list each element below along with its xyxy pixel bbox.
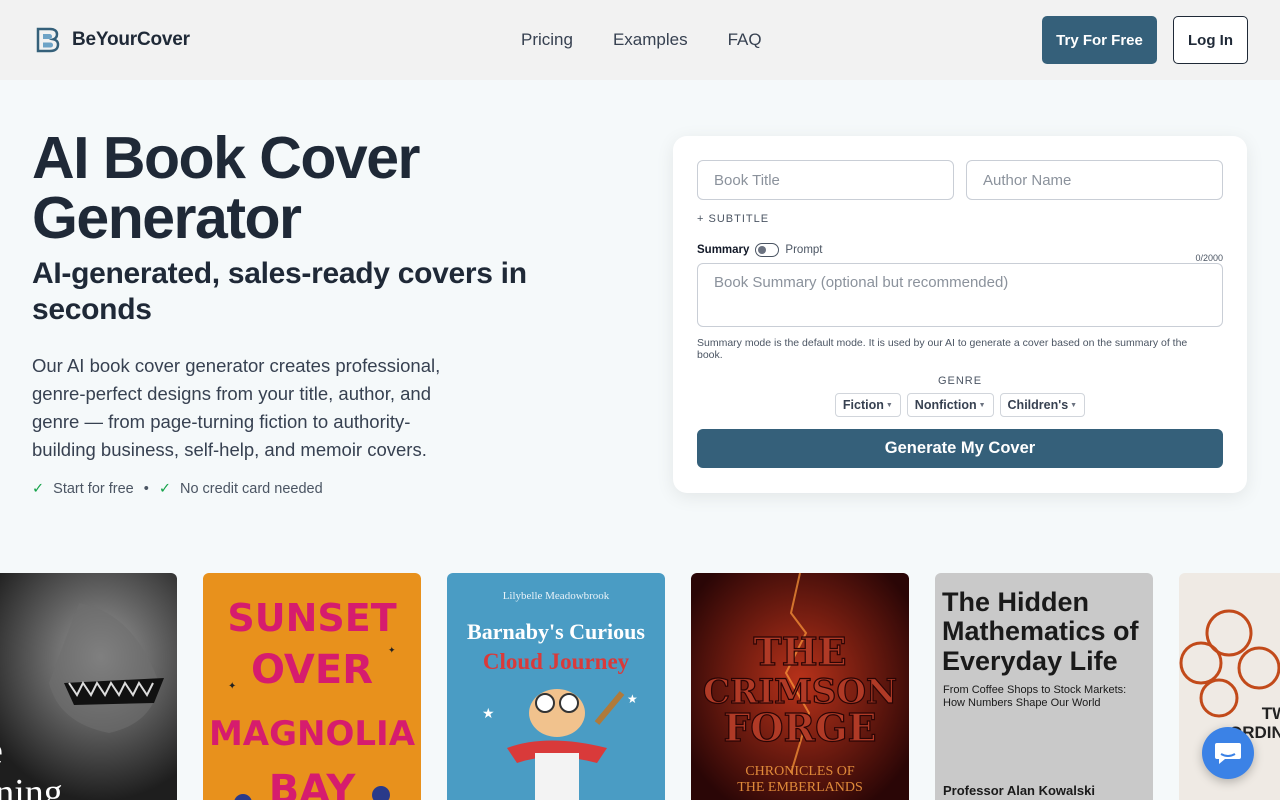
svg-text:✦: ✦	[228, 681, 236, 692]
cover-nonfiction-tagline-1: From Coffee Shops to Stock Markets:	[943, 684, 1126, 696]
cover-fantasy-title-3: FORGE	[723, 705, 876, 750]
genre-fiction-dropdown[interactable]: Fiction ▼	[834, 393, 901, 417]
summary-help-text: Summary mode is the default mode. It is …	[697, 337, 1188, 361]
toggle-knob	[758, 245, 767, 254]
chevron-down-icon: ▼	[885, 401, 893, 409]
book-summary-textarea[interactable]	[697, 263, 1223, 327]
top-nav: BeYourCover Pricing Examples FAQ Try For…	[0, 0, 1280, 80]
chevron-down-icon: ▼	[1070, 401, 1078, 409]
svg-text:★: ★	[482, 705, 495, 721]
mode-switch: Summary Prompt	[697, 243, 823, 257]
nav-link-faq[interactable]: FAQ	[728, 30, 762, 50]
cover-sunset-title-2: OVER	[251, 647, 373, 693]
logo-b-icon	[36, 27, 60, 53]
check-no-card: No credit card needed	[179, 481, 323, 497]
example-cover-childrens[interactable]: Lilybelle Meadowbrook Barnaby's Curious …	[447, 573, 665, 800]
try-for-free-button[interactable]: Try For Free	[1042, 16, 1157, 64]
author-name-input[interactable]	[966, 160, 1223, 200]
genre-childrens-dropdown[interactable]: Children's ▼	[999, 393, 1086, 417]
genre-label: GENRE	[937, 375, 983, 387]
cover-generator-form: + SUBTITLE Summary Prompt 0/2000 Summary…	[673, 136, 1247, 493]
add-subtitle-link[interactable]: + SUBTITLE	[697, 213, 769, 225]
hero-title: AI Book Cover Generator	[32, 125, 421, 251]
cover-sunset-title-1: SUNSET	[227, 596, 396, 640]
cover-horror-title-2: rinning	[0, 772, 63, 800]
cover-nonfiction-title-2: Mathematics of	[942, 616, 1140, 646]
mode-prompt-label: Prompt	[785, 244, 823, 256]
genre-fiction-label: Fiction	[842, 398, 884, 412]
cover-nonfiction-title-3: Everyday Life	[942, 646, 1118, 676]
genre-childrens-label: Children's	[1007, 398, 1069, 412]
chevron-down-icon: ▼	[978, 401, 986, 409]
generate-cover-button[interactable]: Generate My Cover	[697, 429, 1223, 468]
hero-description: Our AI book cover generator creates prof…	[32, 355, 441, 460]
example-cover-fantasy[interactable]: THE CRIMSON FORGE CHRONICLES OF THE EMBE…	[691, 573, 909, 800]
main-nav: Pricing Examples FAQ	[521, 30, 762, 50]
character-counter: 0/2000	[1195, 253, 1223, 263]
log-in-button[interactable]: Log In	[1173, 16, 1248, 64]
cover-partial-title-1: TW	[1262, 704, 1280, 723]
genre-selector: Fiction ▼ Nonfiction ▼ Children's ▼	[673, 393, 1247, 417]
cover-nonfiction-author: Professor Alan Kowalski	[943, 783, 1095, 798]
example-cover-horror[interactable]: he rinning	[0, 573, 177, 800]
check-icon: ✓	[158, 481, 171, 497]
nav-link-pricing[interactable]: Pricing	[521, 30, 573, 50]
book-title-input[interactable]	[697, 160, 954, 200]
nav-link-examples[interactable]: Examples	[613, 30, 688, 50]
brand-logo[interactable]: BeYourCover	[36, 27, 190, 53]
svg-text:✦: ✦	[388, 645, 396, 655]
genre-nonfiction-label: Nonfiction	[914, 398, 977, 412]
example-cover-nonfiction[interactable]: The Hidden Mathematics of Everyday Life …	[935, 573, 1153, 800]
cover-nonfiction-tagline-2: How Numbers Shape Our World	[943, 697, 1101, 709]
bullet-separator: •	[143, 481, 149, 497]
cover-fantasy-title-1: THE	[753, 629, 846, 674]
benefit-checks: ✓ Start for free • ✓ No credit card need…	[32, 481, 323, 497]
cover-fantasy-series-1: CHRONICLES OF	[745, 764, 855, 779]
brand-name: BeYourCover	[72, 29, 190, 50]
cover-sunset-title-3: MAGNOLIA	[209, 714, 416, 754]
cover-nonfiction-title-1: The Hidden	[942, 587, 1089, 617]
cover-childrens-author: Lilybelle Meadowbrook	[503, 590, 610, 602]
example-cover-sunset[interactable]: SUNSET OVER MAGNOLIA BAY ✦ ✦	[203, 573, 421, 800]
svg-text:★: ★	[627, 692, 638, 706]
cover-horror-title-1: he	[0, 730, 3, 772]
mode-toggle[interactable]	[755, 243, 780, 257]
cover-fantasy-series-2: THE EMBERLANDS	[737, 780, 863, 795]
chat-widget-button[interactable]	[1202, 727, 1254, 779]
genre-nonfiction-dropdown[interactable]: Nonfiction ▼	[906, 393, 994, 417]
mode-summary-label: Summary	[697, 244, 750, 256]
check-icon: ✓	[32, 481, 45, 497]
chat-icon	[1215, 743, 1241, 764]
hero-subtitle: AI-generated, sales-ready covers in seco…	[32, 257, 527, 326]
check-start-free: Start for free	[53, 481, 134, 497]
cover-childrens-title-2: Cloud Journey	[483, 649, 630, 674]
cover-childrens-title-1: Barnaby's Curious	[467, 619, 645, 644]
cover-sunset-title-4: BAY	[269, 767, 357, 800]
